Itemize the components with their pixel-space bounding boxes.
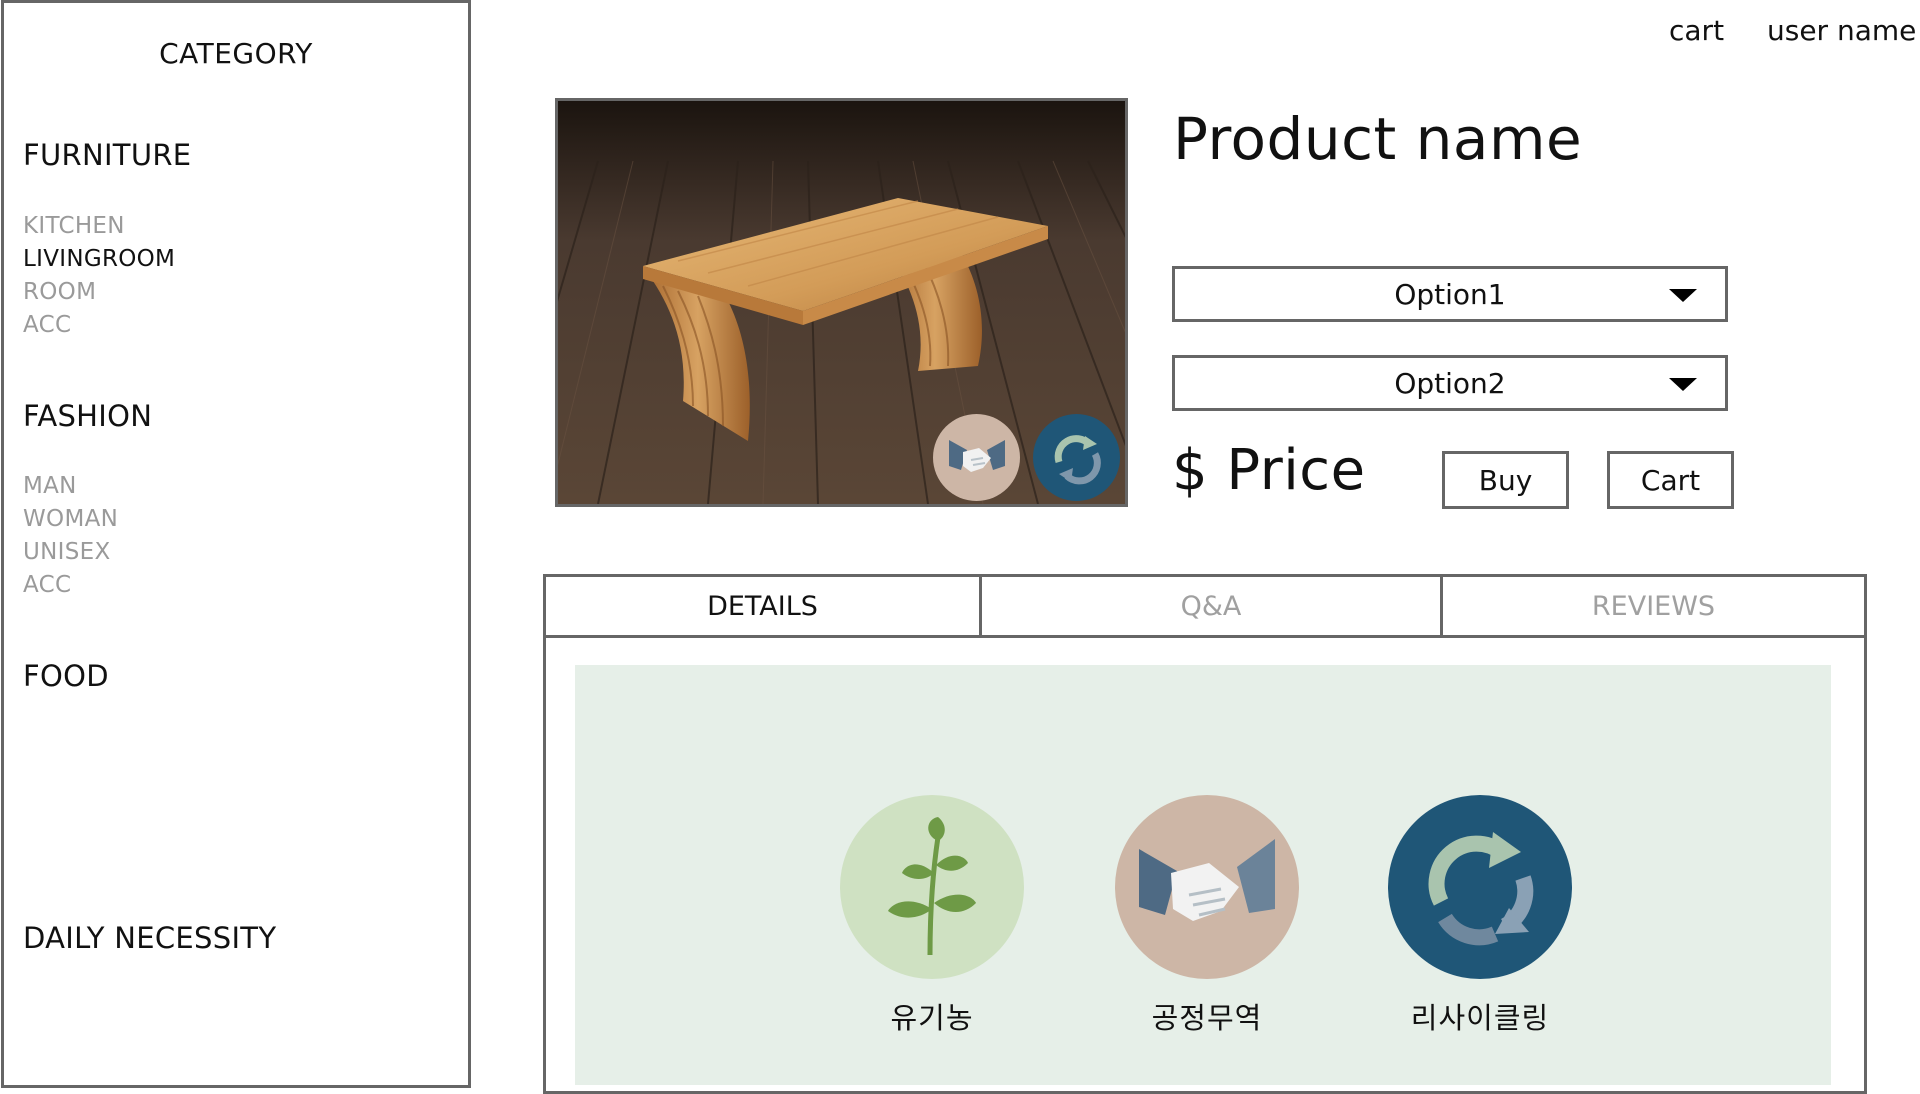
- tab-qna[interactable]: Q&A: [979, 577, 1440, 635]
- sidebar-item-woman[interactable]: WOMAN: [23, 503, 118, 536]
- cart-link[interactable]: cart: [1669, 14, 1724, 47]
- option2-value: Option2: [1394, 366, 1506, 400]
- sidebar-item-man[interactable]: MAN: [23, 470, 118, 503]
- furniture-sublist: KITCHEN LIVINGROOM ROOM ACC: [23, 210, 175, 342]
- handshake-icon: [1115, 795, 1299, 979]
- sidebar-item-kitchen[interactable]: KITCHEN: [23, 210, 175, 243]
- sidebar-section-food[interactable]: FOOD: [23, 659, 109, 693]
- sidebar-item-livingroom[interactable]: LIVINGROOM: [23, 243, 175, 276]
- product-image: [555, 98, 1128, 507]
- sidebar-section-daily-necessity[interactable]: DAILY NECESSITY: [23, 921, 276, 955]
- plant-icon: [840, 795, 1024, 979]
- sidebar-section-furniture[interactable]: FURNITURE: [23, 138, 191, 172]
- sidebar-item-furniture-acc[interactable]: ACC: [23, 309, 175, 342]
- chevron-down-icon: [1669, 378, 1697, 391]
- category-sidebar: CATEGORY FURNITURE KITCHEN LIVINGROOM RO…: [1, 0, 471, 1088]
- product-name: Product name: [1173, 105, 1583, 173]
- sidebar-item-room[interactable]: ROOM: [23, 276, 175, 309]
- option1-select[interactable]: Option1: [1172, 266, 1728, 322]
- feature-label-recycling: 리사이클링: [1410, 1001, 1550, 1035]
- tab-bar: DETAILS Q&A REVIEWS: [546, 577, 1864, 638]
- tab-details[interactable]: DETAILS: [546, 577, 979, 635]
- add-to-cart-button[interactable]: Cart: [1607, 451, 1734, 509]
- details-content: 유기농 공정무역 리사이클링: [575, 665, 1831, 1085]
- sidebar-item-unisex[interactable]: UNISEX: [23, 536, 118, 569]
- option1-value: Option1: [1394, 277, 1506, 311]
- product-price: $ Price: [1172, 438, 1366, 503]
- option2-select[interactable]: Option2: [1172, 355, 1728, 411]
- feature-organic: 유기농: [832, 795, 1032, 1037]
- handshake-icon: [933, 414, 1020, 501]
- sidebar-item-fashion-acc[interactable]: ACC: [23, 569, 118, 602]
- buy-button[interactable]: Buy: [1442, 451, 1569, 509]
- tab-reviews[interactable]: REVIEWS: [1440, 577, 1864, 635]
- sidebar-section-fashion[interactable]: FASHION: [23, 399, 152, 433]
- chevron-down-icon: [1669, 289, 1697, 302]
- recycle-icon: [1033, 414, 1120, 501]
- fashion-sublist: MAN WOMAN UNISEX ACC: [23, 470, 118, 602]
- feature-recycling: 리사이클링: [1380, 795, 1580, 1037]
- feature-label-fair-trade: 공정무역: [1151, 1001, 1263, 1035]
- feature-fair-trade: 공정무역: [1107, 795, 1307, 1037]
- sidebar-title: CATEGORY: [159, 37, 313, 70]
- feature-label-organic: 유기농: [890, 1001, 974, 1035]
- product-tabs-panel: DETAILS Q&A REVIEWS 유기농 공정무역 리사이클링: [543, 574, 1867, 1094]
- recycle-icon: [1388, 795, 1572, 979]
- user-name-link[interactable]: user name: [1767, 14, 1916, 47]
